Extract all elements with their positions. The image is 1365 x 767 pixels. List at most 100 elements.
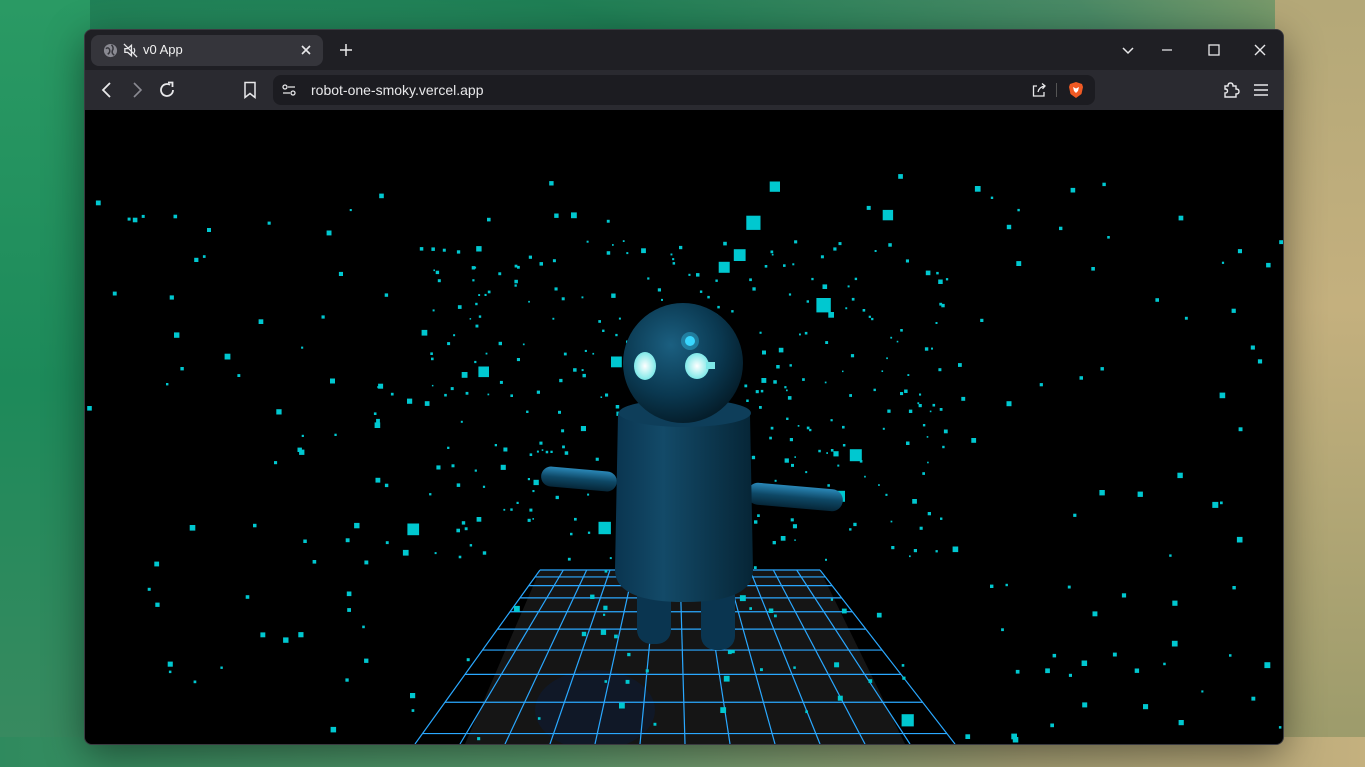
particle: [167, 661, 173, 667]
particle: [321, 315, 325, 319]
particle: [604, 569, 608, 573]
close-window-icon[interactable]: [1251, 41, 1269, 59]
particle: [549, 181, 554, 186]
particle: [833, 247, 837, 251]
particle: [605, 393, 609, 397]
particle: [841, 608, 847, 614]
particle: [1231, 308, 1236, 313]
particle: [169, 295, 174, 300]
particle: [890, 336, 893, 339]
close-icon[interactable]: [299, 43, 313, 57]
particle: [500, 464, 506, 470]
minimize-icon[interactable]: [1158, 41, 1176, 59]
site-settings-icon[interactable]: [281, 82, 297, 98]
share-icon[interactable]: [1031, 82, 1047, 98]
particle: [421, 329, 428, 336]
particle: [780, 536, 786, 541]
particle: [364, 560, 369, 565]
particle: [189, 525, 196, 531]
particle: [614, 634, 618, 639]
particle: [990, 584, 994, 588]
particle: [95, 200, 101, 206]
particle: [474, 469, 477, 472]
muted-speaker-icon[interactable]: [123, 43, 138, 58]
particle: [900, 392, 904, 396]
tab-bar: v0 App: [85, 30, 1283, 70]
particle: [168, 670, 172, 674]
tab-v0-app[interactable]: v0 App: [91, 35, 323, 66]
particle: [1264, 662, 1271, 669]
particle: [625, 679, 630, 684]
particle: [746, 215, 761, 230]
particle: [545, 450, 549, 454]
puzzle-icon[interactable]: [1221, 80, 1241, 100]
particle: [752, 455, 755, 458]
particle: [478, 294, 481, 296]
particle: [1232, 586, 1236, 590]
plus-icon[interactable]: [337, 41, 355, 59]
particle: [609, 557, 612, 560]
particle: [1050, 723, 1054, 728]
particle: [919, 393, 922, 396]
particle: [952, 546, 959, 553]
maximize-icon[interactable]: [1205, 41, 1223, 59]
bookmark-icon[interactable]: [240, 80, 260, 100]
particle: [587, 493, 590, 496]
particle: [465, 391, 469, 395]
particle: [1102, 182, 1106, 187]
webgl-canvas[interactable]: [85, 110, 1283, 744]
particle: [913, 549, 917, 553]
particle: [749, 607, 752, 610]
particle: [516, 358, 520, 362]
particle: [1006, 401, 1012, 407]
particle: [173, 214, 178, 219]
particle: [818, 449, 821, 453]
particle: [464, 527, 468, 531]
particle: [901, 714, 914, 727]
forward-arrow-icon[interactable]: [127, 80, 147, 100]
particle: [622, 240, 625, 242]
particle: [330, 378, 335, 384]
particle: [942, 445, 945, 449]
address-bar[interactable]: robot-one-smoky.vercel.app: [273, 75, 1095, 105]
particle: [574, 517, 577, 521]
back-arrow-icon[interactable]: [97, 80, 117, 100]
particle: [127, 217, 131, 221]
particle: [1112, 652, 1117, 657]
reload-icon[interactable]: [157, 80, 177, 100]
particle: [554, 287, 558, 291]
chevron-down-icon[interactable]: [1119, 41, 1137, 59]
particle: [1039, 383, 1043, 387]
particle: [536, 450, 539, 453]
particle: [301, 434, 304, 437]
particle: [717, 305, 720, 309]
url-text[interactable]: robot-one-smoky.vercel.app: [311, 82, 483, 98]
particle: [890, 520, 893, 523]
particle: [155, 602, 160, 607]
particle: [980, 318, 984, 322]
particle: [828, 312, 834, 318]
particle: [1238, 427, 1243, 432]
hamburger-menu-icon[interactable]: [1251, 80, 1271, 100]
particle: [1163, 662, 1166, 666]
particle: [532, 518, 534, 520]
particle: [938, 368, 942, 372]
particle: [539, 262, 543, 266]
particle: [718, 261, 730, 273]
particle: [487, 393, 490, 396]
particle: [726, 268, 730, 271]
particle: [825, 341, 829, 344]
particle: [794, 539, 796, 541]
particle: [431, 247, 435, 251]
particle: [885, 493, 888, 496]
brave-shields-icon[interactable]: [1067, 81, 1085, 99]
particle: [837, 695, 843, 701]
particle: [770, 426, 774, 430]
particle: [485, 352, 488, 355]
particle: [1143, 704, 1149, 710]
particle: [1266, 262, 1271, 268]
particle: [567, 557, 571, 561]
particle: [1059, 226, 1063, 231]
particle: [618, 317, 621, 320]
particle: [474, 266, 477, 269]
